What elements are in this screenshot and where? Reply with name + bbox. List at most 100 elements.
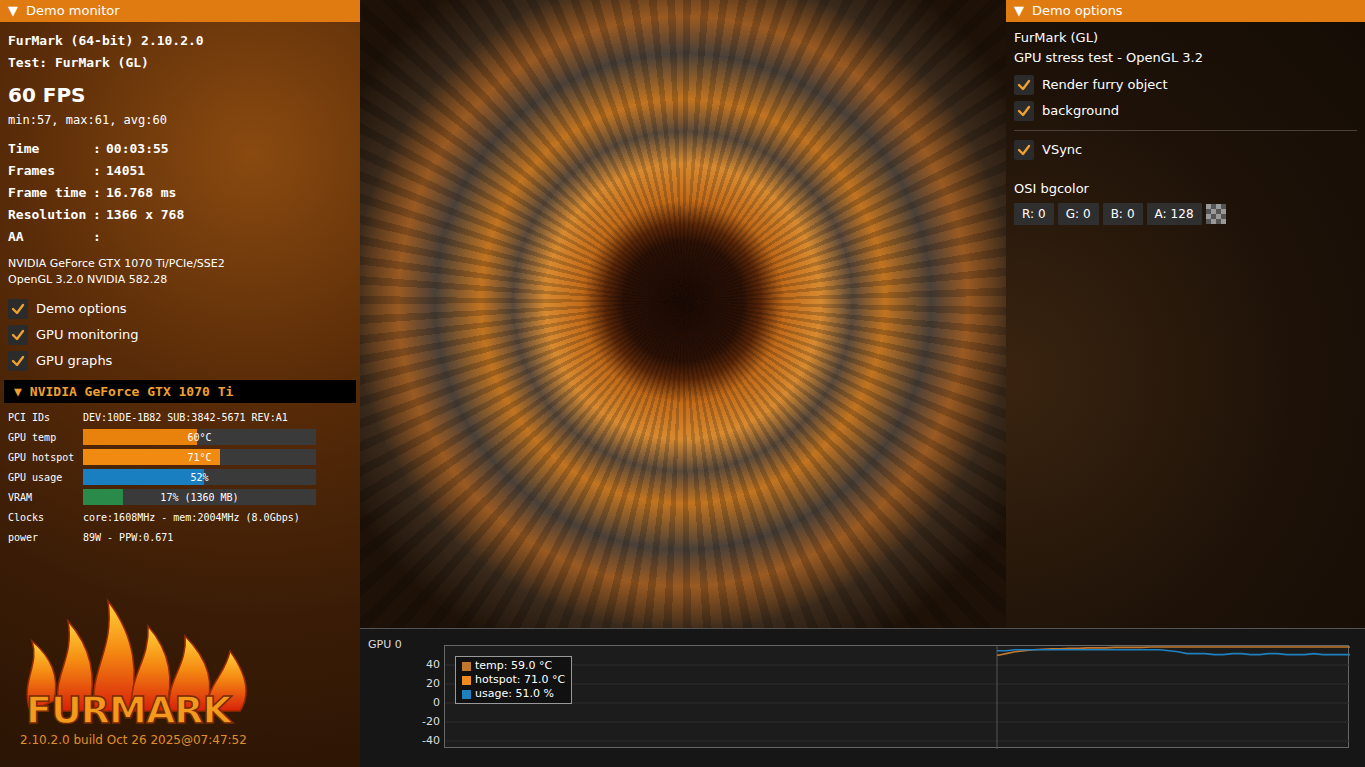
bgcolor-label: OSI bgcolor (1014, 179, 1357, 199)
opengl-version: OpenGL 3.2.0 NVIDIA 582.28 (8, 272, 352, 288)
collapse-icon[interactable]: ▼ (1014, 1, 1024, 21)
demo-monitor-panel: ▼Demo monitorFurMark (64-bit) 2.10.2.0Te… (0, 0, 360, 767)
furmark-logo: FURMARK2.10.2.0 build Oct 26 2025@07:47:… (0, 581, 360, 767)
tick-icon (1017, 104, 1031, 118)
separator (1014, 130, 1357, 131)
gpu-row-label: GPU temp (8, 430, 83, 445)
checkbox[interactable] (8, 325, 28, 345)
gpu-row-value: DEV:10DE-1B82 SUB:3842-5671 REV:A1 (83, 410, 288, 425)
bgcolor-fields: R:0G:0B:0A:128 (1014, 203, 1357, 225)
demo-options-panel: ▼ Demo optionsFurMark (GL)GPU stress test… (1006, 0, 1365, 628)
axis-tick: -40 (422, 735, 440, 747)
gpu-row: GPU temp60°C (0, 427, 360, 447)
gpu-row: power89W - PPW:0.671 (0, 527, 360, 547)
field-label: A: (1155, 205, 1167, 223)
axis-tick: 40 (426, 659, 440, 671)
render-row: ▼ Demo optionsFurMark (GL)GPU stress test… (360, 0, 1365, 628)
graph-legend: temp: 59.0 °Chotspot: 71.0 °Cusage: 51.0… (455, 656, 572, 704)
legend-swatch (462, 690, 471, 699)
collapse-icon[interactable]: ▼ (8, 1, 18, 21)
graph-title: GPU 0 (368, 637, 402, 654)
demo-name: FurMark (GL) (1014, 28, 1357, 48)
checkbox-label[interactable]: VSync (1042, 140, 1082, 160)
gpu-row: GPU usage52% (0, 467, 360, 487)
checkbox-label[interactable]: Demo options (36, 299, 127, 319)
checkbox-label[interactable]: background (1042, 101, 1119, 121)
color-swatch[interactable] (1206, 204, 1226, 224)
legend-item: usage: 51.0 % (462, 687, 565, 701)
gpu-graph: GPU 040200-20-40temp: 59.0 °Chotspot: 71… (360, 628, 1365, 767)
series-line (997, 650, 1350, 655)
demo-options-header[interactable]: ▼ Demo options (1006, 0, 1365, 22)
panel-title: Demo options (1032, 1, 1123, 21)
stat-separator: : (93, 138, 106, 160)
gpu-row: Clockscore:1608MHz - mem:2004MHz (8.0Gbp… (0, 507, 360, 527)
furmark-window: ▼Demo monitorFurMark (64-bit) 2.10.2.0Te… (0, 0, 1365, 767)
gpu-row-label: VRAM (8, 490, 83, 505)
build-info: 2.10.2.0 build Oct 26 2025@07:47:52 (0, 731, 360, 767)
demo-monitor-header[interactable]: ▼ Demo monitor (0, 0, 360, 22)
checkbox-row[interactable]: GPU monitoring (8, 322, 352, 348)
checkbox[interactable] (8, 299, 28, 319)
checkbox-row[interactable]: background (1014, 98, 1357, 124)
meter-fill (83, 469, 204, 485)
gpu-row-value: 89W - PPW:0.671 (83, 530, 173, 545)
stat-value: 14051 (106, 160, 352, 182)
checkbox[interactable] (1014, 75, 1034, 95)
legend-label: hotspot: 71.0 °C (475, 673, 565, 687)
color-field[interactable]: A:128 (1147, 203, 1202, 225)
checkbox-label[interactable]: Render furry object (1042, 75, 1168, 95)
field-value[interactable]: 0 (1083, 205, 1091, 223)
options-body: FurMark (GL)GPU stress test - OpenGL 3.2… (1006, 22, 1365, 231)
graph-axis: GPU 040200-20-40 (360, 629, 444, 767)
checkbox-row[interactable]: Demo options (8, 296, 352, 322)
meter-reading: 17% (1360 MB) (83, 489, 316, 505)
fps-reading: 60 FPS (8, 80, 352, 110)
app-version: FurMark (64-bit) 2.10.2.0 (8, 30, 352, 52)
gpu-row-label: PCI IDs (8, 410, 83, 425)
series-line (997, 647, 1350, 656)
fur-render-view (360, 0, 1006, 628)
field-value[interactable]: 0 (1038, 205, 1046, 223)
stats-grid: Time:00:03:55Frames:14051Frame time:16.7… (8, 138, 352, 248)
color-field[interactable]: G:0 (1058, 203, 1099, 225)
checkbox-label[interactable]: GPU graphs (36, 351, 112, 371)
meter-track: 52% (83, 469, 316, 485)
gpu-title: NVIDIA GeForce GTX 1070 Ti (30, 382, 234, 402)
color-field[interactable]: B:0 (1103, 203, 1143, 225)
gpu-row-label: GPU hotspot (8, 450, 83, 465)
checkbox-row[interactable]: Render furry object (1014, 72, 1357, 98)
gpu-row-value: core:1608MHz - mem:2004MHz (8.0Gbps) (83, 510, 300, 525)
gpu-row: VRAM17% (1360 MB) (0, 487, 360, 507)
color-field[interactable]: R:0 (1014, 203, 1054, 225)
gpu-row-label: power (8, 530, 83, 545)
legend-swatch (462, 676, 471, 685)
field-value[interactable]: 0 (1127, 205, 1135, 223)
monitor-toggles: Demo options GPU monitoring GPU graphs (8, 296, 352, 374)
checkbox-row[interactable]: GPU graphs (8, 348, 352, 374)
graph-canvas (445, 646, 1350, 749)
renderer-info: NVIDIA GeForce GTX 1070 Ti/PCIe/SSE2Open… (8, 256, 352, 288)
checkbox[interactable] (1014, 101, 1034, 121)
stat-value: 16.768 ms (106, 182, 352, 204)
axis-tick: 20 (426, 678, 440, 690)
tick-icon (1017, 143, 1031, 157)
meter-track: 17% (1360 MB) (83, 489, 316, 505)
panel-title: Demo monitor (26, 1, 120, 21)
checkbox-row[interactable]: VSync (1014, 137, 1357, 163)
stat-label: Frames (8, 160, 93, 182)
gpu-row-label: Clocks (8, 510, 83, 525)
stat-value: 00:03:55 (106, 138, 352, 160)
checkbox[interactable] (1014, 140, 1034, 160)
stat-separator: : (93, 204, 106, 226)
checkbox-label[interactable]: GPU monitoring (36, 325, 139, 345)
field-value[interactable]: 128 (1171, 205, 1194, 223)
collapse-icon[interactable]: ▼ (14, 382, 22, 402)
stat-separator: : (93, 226, 106, 248)
legend-label: usage: 51.0 % (475, 687, 554, 701)
legend-item: hotspot: 71.0 °C (462, 673, 565, 687)
checkbox[interactable] (8, 351, 28, 371)
fps-stats: min:57, max:61, avg:60 (8, 110, 352, 130)
meter-fill (83, 429, 197, 445)
gpu-header[interactable]: ▼ NVIDIA GeForce GTX 1070 Ti (4, 380, 356, 403)
